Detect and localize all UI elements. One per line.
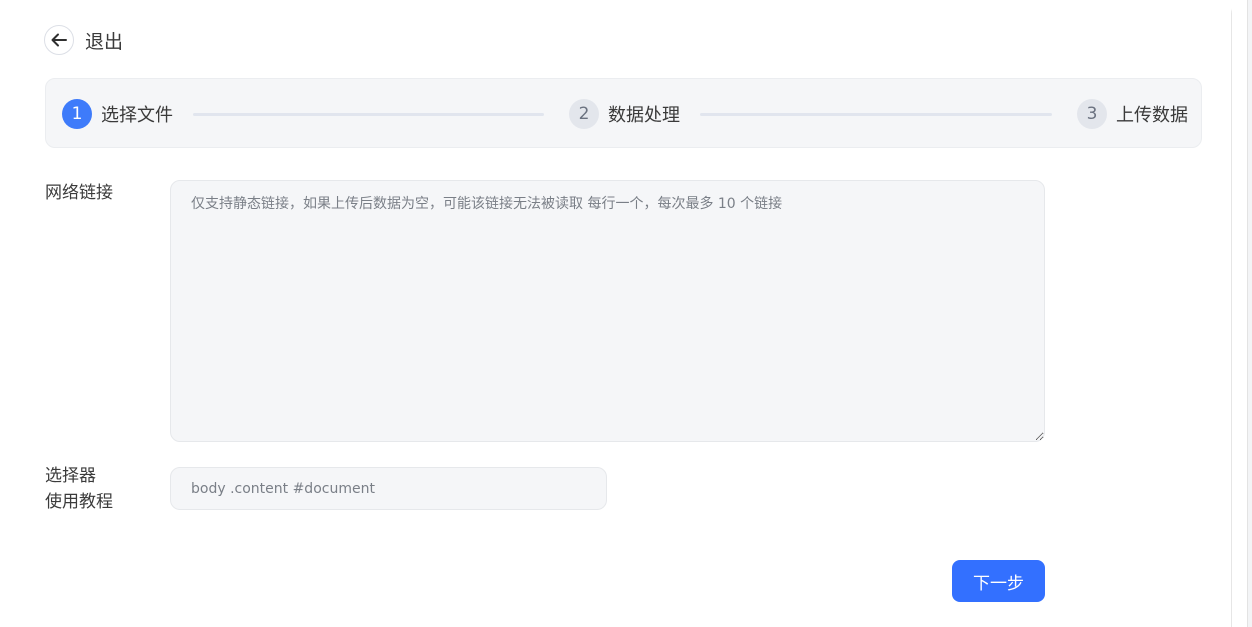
step-upload-data: 3 上传数据 <box>1077 99 1188 129</box>
window-edge <box>1231 0 1252 627</box>
step-connector-1 <box>193 113 544 116</box>
stepper: 1 选择文件 2 数据处理 3 上传数据 <box>45 78 1202 148</box>
selector-input[interactable] <box>170 467 607 510</box>
selector-label: 选择器 <box>45 466 96 486</box>
step-number-2: 2 <box>569 99 599 129</box>
exit-label[interactable]: 退出 <box>85 27 123 54</box>
step-select-file: 1 选择文件 <box>62 99 173 129</box>
step-connector-2 <box>700 113 1052 116</box>
step-number-3: 3 <box>1077 99 1107 129</box>
step-label-3: 上传数据 <box>1116 105 1188 126</box>
selector-tutorial-link[interactable]: 使用教程 <box>45 489 113 515</box>
arrow-left-icon[interactable] <box>44 25 74 55</box>
links-textarea[interactable] <box>170 180 1045 442</box>
next-step-button[interactable]: 下一步 <box>952 560 1045 602</box>
step-data-processing: 2 数据处理 <box>569 99 680 129</box>
step-number-1: 1 <box>62 99 92 129</box>
exit-button[interactable]: 退出 <box>44 25 123 55</box>
step-label-1: 选择文件 <box>101 105 173 126</box>
window-edge-inner <box>1232 0 1248 627</box>
links-label: 网络链接 <box>45 183 113 203</box>
step-label-2: 数据处理 <box>608 105 680 126</box>
